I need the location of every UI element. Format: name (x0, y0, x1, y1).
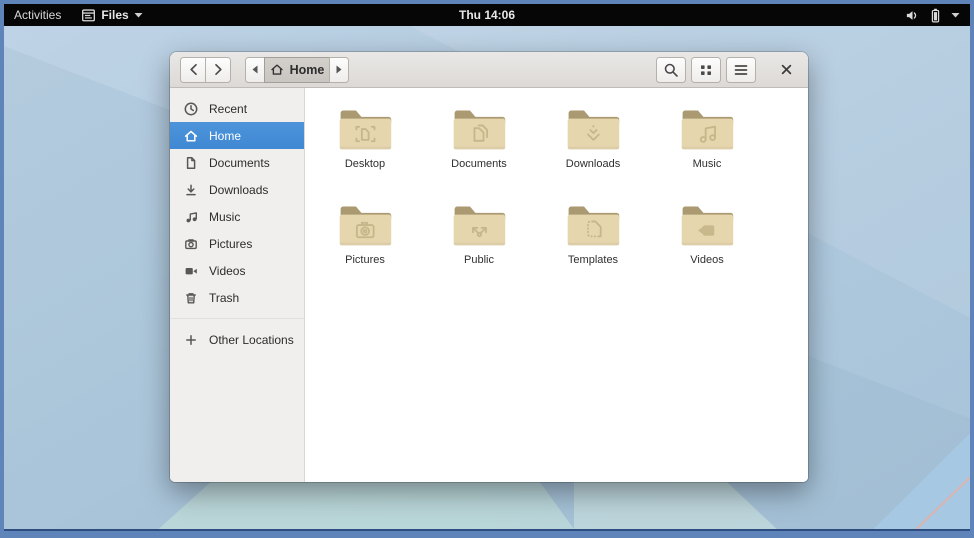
folder-item-desktop[interactable]: Desktop (315, 104, 415, 190)
folder-icon (453, 110, 506, 150)
sidebar-label: Downloads (209, 182, 269, 197)
grid-view-icon (701, 64, 711, 75)
headerbar-right-group (656, 56, 798, 83)
folder-icon (453, 206, 506, 246)
folder-label: Documents (451, 158, 507, 170)
close-icon (781, 64, 791, 75)
folder-icon (567, 110, 620, 150)
activities-button[interactable]: Activities (4, 4, 71, 26)
sidebar-item-home[interactable]: Home (170, 122, 304, 149)
sidebar-label: Other Locations (209, 332, 294, 347)
sidebar-item-other-locations[interactable]: Other Locations (170, 326, 304, 353)
plus-icon (186, 334, 196, 345)
folder-label: Downloads (565, 158, 621, 170)
sidebar-label: Recent (209, 101, 248, 116)
battery-icon (931, 8, 940, 22)
folder-label: Music (692, 158, 722, 170)
document-icon (186, 156, 196, 169)
sidebar-item-documents[interactable]: Documents (170, 149, 304, 176)
camera-icon (185, 238, 197, 249)
sidebar-label: Documents (209, 155, 270, 170)
files-window: Home Recent Home Documents Downloads Mus… (170, 52, 808, 482)
files-app-icon (82, 8, 96, 21)
sidebar-label: Music (209, 209, 241, 224)
folder-item-public[interactable]: Public (429, 200, 529, 286)
sidebar-item-recent[interactable]: Recent (170, 95, 304, 122)
sidebar-label: Home (209, 128, 242, 143)
folder-label: Pictures (345, 254, 385, 266)
app-menu-button[interactable]: Files (71, 4, 152, 26)
folder-item-pictures[interactable]: Pictures (315, 200, 415, 286)
folder-icon (339, 110, 392, 150)
folder-label: Public (464, 254, 494, 266)
history-nav-group (180, 56, 231, 83)
clock[interactable]: Thu 14:06 (459, 8, 515, 22)
sidebar-separator (170, 318, 304, 319)
home-icon (270, 64, 283, 75)
volume-icon (906, 10, 917, 20)
screen: Activities Files Thu 14:06 Home Recent H… (4, 4, 970, 531)
headerbar: Home (170, 52, 808, 88)
folder-label: Videos (690, 254, 724, 266)
places-sidebar: Recent Home Documents Downloads Music Pi… (170, 88, 305, 482)
path-scroll-right-button[interactable] (329, 56, 349, 83)
icon-grid: Desktop Documents Downloads Music Pictur… (305, 88, 808, 286)
search-icon (664, 63, 678, 77)
trash-icon (186, 292, 196, 303)
folder-icon (567, 206, 620, 246)
hamburger-menu-icon (734, 64, 748, 75)
video-icon (185, 267, 197, 274)
folder-item-templates[interactable]: Templates (543, 200, 643, 286)
sidebar-label: Pictures (209, 236, 253, 251)
path-home-button[interactable]: Home (264, 56, 330, 83)
view-grid-button[interactable] (691, 56, 721, 83)
path-current-label: Home (289, 62, 325, 77)
folder-icon (681, 110, 734, 150)
sidebar-item-pictures[interactable]: Pictures (170, 230, 304, 257)
folder-label: Desktop (344, 158, 386, 170)
back-button[interactable] (180, 56, 206, 83)
folder-item-documents[interactable]: Documents (429, 104, 529, 190)
forward-button[interactable] (205, 56, 231, 83)
home-icon (184, 130, 198, 142)
folder-item-videos[interactable]: Videos (657, 200, 757, 286)
sidebar-label: Videos (209, 263, 246, 278)
chevron-down-icon (134, 13, 143, 18)
search-button[interactable] (656, 56, 686, 83)
app-menu-label: Files (101, 8, 129, 22)
system-status-area[interactable] (905, 4, 970, 26)
menu-button[interactable] (726, 56, 756, 83)
download-icon (186, 183, 196, 195)
folder-icon (339, 206, 392, 246)
sidebar-item-music[interactable]: Music (170, 203, 304, 230)
sidebar-item-downloads[interactable]: Downloads (170, 176, 304, 203)
close-window-button[interactable] (774, 58, 798, 82)
music-note-icon (186, 211, 197, 222)
sidebar-label: Trash (209, 290, 240, 305)
folder-icon (681, 206, 734, 246)
screenshot-frame: Activities Files Thu 14:06 Home Recent H… (0, 0, 974, 538)
chevron-down-icon (951, 13, 960, 18)
topbar-left: Activities Files (4, 4, 153, 26)
path-scroll-left-button[interactable] (245, 56, 265, 83)
sidebar-item-trash[interactable]: Trash (170, 284, 304, 311)
gnome-top-bar: Activities Files Thu 14:06 (4, 4, 970, 26)
clock-icon (184, 102, 198, 115)
desktop-wallpaper: Home Recent Home Documents Downloads Mus… (4, 26, 970, 529)
folder-item-downloads[interactable]: Downloads (543, 104, 643, 190)
activities-label: Activities (14, 8, 62, 22)
window-body: Recent Home Documents Downloads Music Pi… (170, 88, 808, 482)
path-bar: Home (245, 56, 349, 83)
file-view[interactable]: Desktop Documents Downloads Music Pictur… (305, 88, 808, 482)
folder-item-music[interactable]: Music (657, 104, 757, 190)
folder-label: Templates (567, 254, 619, 266)
sidebar-item-videos[interactable]: Videos (170, 257, 304, 284)
